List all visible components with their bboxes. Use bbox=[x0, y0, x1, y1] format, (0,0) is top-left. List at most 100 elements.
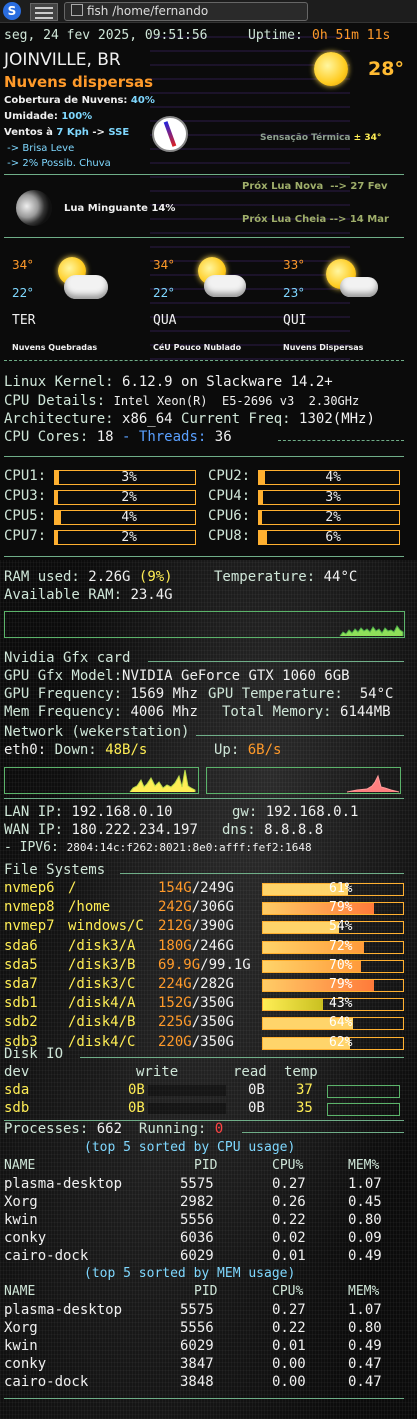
fs-size: 306G bbox=[200, 899, 234, 916]
diskio-temp: 35 bbox=[296, 1100, 313, 1116]
cloud-cover-label: Cobertura de Nuvens: bbox=[4, 95, 128, 106]
cpu-usage-percent: 4% bbox=[325, 470, 341, 485]
forecast-description: CéU Pouco Nublado bbox=[153, 343, 242, 352]
fs-usage: 180G/246G bbox=[158, 938, 234, 954]
rain-chance: -> 2% Possib. Chuva bbox=[4, 158, 111, 169]
proc-pid: 5556 bbox=[180, 1212, 214, 1228]
fs-size: 350G bbox=[200, 1033, 234, 1050]
fs-mount: /disk3/A bbox=[68, 937, 136, 954]
gateway-label: gw: bbox=[232, 804, 258, 820]
terminal-icon bbox=[71, 4, 83, 16]
fs-mount: /home bbox=[68, 899, 111, 916]
slackware-logo-icon[interactable]: S bbox=[3, 2, 21, 20]
breeze-text: -> Brisa Leve bbox=[4, 143, 75, 154]
divider bbox=[4, 360, 404, 361]
fs-usage-bar: 79% bbox=[262, 977, 404, 992]
processes-label: Processes: bbox=[4, 1121, 89, 1137]
diskio-activity-graph bbox=[327, 1103, 400, 1116]
fs-usage: 152G/350G bbox=[158, 995, 234, 1011]
fs-size: 246G bbox=[200, 937, 234, 954]
fs-separator: / bbox=[191, 995, 201, 1012]
cpu-details-value: Intel Xeon(R) E5-2696 v3 2.30GHz bbox=[113, 394, 360, 408]
fs-mount: /disk4/B bbox=[68, 1014, 136, 1031]
fs-device: nvmep6 bbox=[4, 880, 55, 896]
ipv6-value: 2804:14c:f262:8021:8e0:afff:fef2:1648 bbox=[66, 841, 312, 854]
mem-freq-value: 4006 Mhz bbox=[130, 704, 198, 720]
fs-usage-bar: 43% bbox=[262, 996, 404, 1012]
fs-device: sdb1 bbox=[4, 995, 38, 1012]
total-memory-value: 6144MB bbox=[340, 704, 391, 720]
proc-cpu: 0.26 bbox=[272, 1194, 306, 1210]
fs-separator: / bbox=[191, 1014, 201, 1031]
fs-usage-bar: 61% bbox=[262, 881, 404, 896]
gpu-title: Nvidia Gfx card bbox=[4, 650, 131, 666]
cpu-usage-percent: 3% bbox=[325, 490, 341, 505]
forecast-description: Nuvens Quebradas bbox=[12, 343, 98, 352]
fs-usage-percent: 54% bbox=[329, 919, 353, 935]
city-name: JOINVILLE, BR bbox=[4, 50, 121, 70]
proc-pid: 5575 bbox=[180, 1302, 214, 1318]
cpu-usage-bar: 6% bbox=[258, 530, 400, 545]
diskio-write-graph bbox=[148, 1085, 226, 1096]
fs-mount: /disk4/C bbox=[68, 1033, 136, 1050]
fs-separator: / bbox=[191, 1033, 201, 1050]
wind-arrow: -> bbox=[92, 127, 105, 138]
fs-usage: 69.9G/99.1G bbox=[158, 957, 251, 973]
divider bbox=[4, 174, 404, 175]
fs-used: 154G bbox=[158, 880, 192, 896]
mem-freq-label: Mem Frequency: bbox=[4, 704, 123, 720]
proc-name: Xorg bbox=[4, 1194, 38, 1210]
proc-mem: 0.09 bbox=[348, 1230, 382, 1246]
wan-ip-label: WAN IP: bbox=[4, 822, 64, 838]
cpu-temp-value: 44°C bbox=[323, 569, 358, 585]
proc-pid: 5575 bbox=[180, 1176, 214, 1192]
proc-name: kwin bbox=[4, 1338, 38, 1354]
fs-size: 282G bbox=[200, 976, 234, 992]
cpu-usage-bar: 3% bbox=[54, 470, 196, 485]
menu-icon[interactable] bbox=[30, 3, 58, 21]
fs-usage: 224G/282G bbox=[158, 976, 234, 992]
available-ram-value: 23.4G bbox=[130, 587, 173, 603]
forecast-day: QUI bbox=[283, 313, 307, 328]
task-button-terminal[interactable]: fish /home/fernando bbox=[64, 2, 308, 21]
fs-usage-percent: 79% bbox=[329, 900, 353, 916]
top-mem-title: (top 5 sorted by MEM usage) bbox=[84, 1266, 296, 1281]
running-value: 0 bbox=[214, 1121, 224, 1137]
cpu-usage-percent: 2% bbox=[121, 530, 137, 545]
fs-usage-percent: 43% bbox=[329, 996, 353, 1012]
fs-size: 249G bbox=[200, 880, 234, 896]
fs-device: nvmep7 bbox=[4, 918, 55, 935]
fs-device: sda6 bbox=[4, 937, 38, 954]
fs-device: sdb2 bbox=[4, 1014, 38, 1031]
proc-cpu: 0.02 bbox=[272, 1230, 306, 1246]
partly-cloudy-icon bbox=[186, 255, 248, 301]
proc-mem: 0.45 bbox=[348, 1194, 382, 1210]
fs-device: sda7 bbox=[4, 976, 38, 992]
cpu-temp-label: Temperature: bbox=[214, 569, 316, 585]
forecast-day: QUA bbox=[153, 313, 177, 328]
fs-separator: / bbox=[191, 937, 201, 954]
proc-name: conky bbox=[4, 1230, 47, 1246]
dns-value: 8.8.8.8 bbox=[264, 822, 324, 838]
fs-size: 350G bbox=[200, 1014, 234, 1031]
uptime-label: Uptime: bbox=[248, 28, 303, 43]
fs-usage: 212G/390G bbox=[158, 918, 234, 934]
proc-name: cairo-dock bbox=[4, 1374, 89, 1390]
freq-label: Current Freq: bbox=[181, 411, 291, 427]
forecast-day: TER bbox=[12, 313, 36, 328]
diskio-write-graph bbox=[148, 1103, 226, 1114]
proc-cpu: 0.00 bbox=[272, 1374, 306, 1390]
proc-cpu: 0.27 bbox=[272, 1302, 306, 1318]
weather-now-icon bbox=[300, 52, 348, 90]
fs-mount: windows/C bbox=[68, 918, 144, 935]
cpu-label: CPU4: bbox=[208, 488, 251, 504]
filesystems-title: File Systems bbox=[4, 862, 106, 878]
diskio-write: 0B bbox=[128, 1082, 145, 1098]
arch-label: Architecture: bbox=[4, 411, 114, 427]
cpu-usage-bar: 2% bbox=[54, 530, 196, 545]
proc-header-name: NAME bbox=[4, 1158, 36, 1173]
cpu-history-graph bbox=[4, 611, 405, 638]
cpu-usage-fill bbox=[55, 531, 58, 544]
divider bbox=[4, 456, 404, 457]
arch-value: x86_64 bbox=[122, 411, 173, 427]
